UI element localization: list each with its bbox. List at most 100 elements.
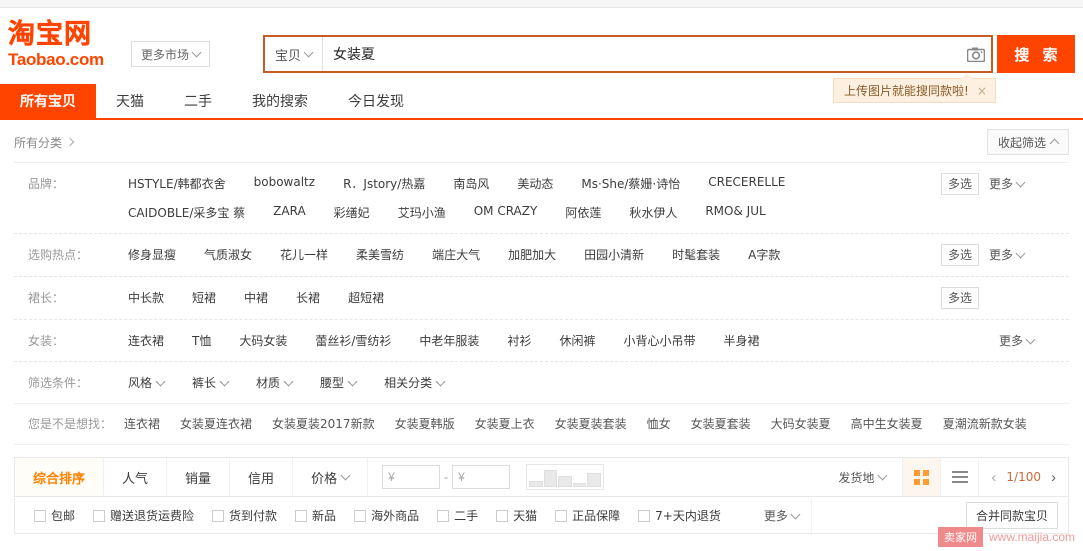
filter-option[interactable]: A字款 — [734, 240, 794, 269]
checkbox-cash-on-delivery[interactable]: 货到付款 — [203, 507, 286, 524]
all-categories-link[interactable]: 所有分类 — [14, 134, 75, 151]
filter-option[interactable]: 气质淑女 — [190, 240, 266, 269]
more-options-link[interactable]: 更多 — [989, 244, 1026, 263]
multi-select-button[interactable]: 多选 — [941, 244, 980, 266]
suggestion-item[interactable]: 夏潮流新款女装 — [933, 415, 1037, 432]
more-options-link[interactable]: 更多 — [989, 173, 1026, 192]
search-scope-selector[interactable]: 宝贝 — [265, 37, 323, 71]
filter-option[interactable]: Ms·She/蔡姗·诗怡 — [567, 169, 694, 198]
suggestion-item[interactable]: 女装夏上衣 — [465, 415, 545, 432]
sort-tab-popularity[interactable]: 人气 — [104, 458, 168, 496]
filter-option[interactable]: 花儿一样 — [266, 240, 342, 269]
tab-second-hand[interactable]: 二手 — [164, 84, 232, 118]
filter-option[interactable]: 艾玛小渔 — [384, 198, 460, 227]
suggestion-item[interactable]: 女装夏套装 — [681, 415, 761, 432]
filter-dropdown-material[interactable]: 材质 — [242, 368, 306, 397]
suggestion-item[interactable]: 高中生女装夏 — [841, 415, 933, 432]
tab-today-discovery[interactable]: 今日发现 — [328, 84, 424, 118]
filter-option[interactable]: OM CRAZY — [460, 198, 552, 227]
filter-option[interactable]: 大码女装 — [225, 326, 301, 355]
filter-option[interactable]: CRECERELLE — [694, 169, 799, 198]
filter-option[interactable]: R．Jstory/热嘉 — [329, 169, 439, 198]
filter-option[interactable]: ZARA — [259, 198, 320, 227]
filter-option[interactable]: 超短裙 — [334, 283, 398, 312]
grid-view-button[interactable] — [902, 458, 941, 496]
collapse-filters-button[interactable]: 收起筛选 — [986, 129, 1069, 155]
filter-option[interactable]: HSTYLE/韩都衣舍 — [114, 169, 240, 198]
price-min-input[interactable]: ¥ — [382, 465, 441, 489]
filter-option[interactable]: 南岛风 — [439, 169, 503, 198]
tab-my-search[interactable]: 我的搜索 — [232, 84, 328, 118]
filter-dropdown-waist-type[interactable]: 腰型 — [306, 368, 370, 397]
more-service-filters-link[interactable]: 更多 — [764, 498, 812, 533]
suggestion-item[interactable]: 连衣裙 — [114, 415, 170, 432]
checkbox-tmall[interactable]: 天猫 — [487, 507, 546, 524]
suggestion-item[interactable]: 女装夏装套装 — [545, 415, 637, 432]
filter-option[interactable]: 美动态 — [503, 169, 567, 198]
filter-option[interactable]: 小背心小吊带 — [609, 326, 709, 355]
search-button[interactable]: 搜 索 — [997, 35, 1075, 73]
suggestion-item[interactable]: 女装夏装2017新款 — [262, 415, 385, 432]
checkbox-new-arrival[interactable]: 新品 — [286, 507, 345, 524]
multi-select-button[interactable]: 多选 — [941, 287, 980, 309]
suggestion-item[interactable]: 大码女装夏 — [761, 415, 841, 432]
checkbox-free-shipping[interactable]: 包邮 — [25, 507, 84, 524]
checkbox-overseas[interactable]: 海外商品 — [345, 507, 428, 524]
chevron-down-icon — [435, 376, 446, 386]
histogram-bar — [572, 483, 587, 487]
tab-tmall[interactable]: 天猫 — [96, 84, 164, 118]
filter-option[interactable]: T恤 — [178, 326, 225, 355]
prev-page-button[interactable]: ‹ — [991, 469, 996, 486]
filter-option[interactable]: 柔美雪纺 — [342, 240, 418, 269]
camera-search-icon[interactable] — [961, 37, 991, 71]
filter-dropdown-related-category[interactable]: 相关分类 — [370, 368, 458, 397]
suggestion-item[interactable]: 恤女 — [637, 415, 681, 432]
search-input[interactable] — [323, 37, 961, 71]
filter-option[interactable]: 短裙 — [178, 283, 230, 312]
filter-option[interactable]: 阿依莲 — [551, 198, 615, 227]
filter-option[interactable]: 田园小清新 — [570, 240, 658, 269]
checkbox-icon — [555, 509, 568, 522]
suggestion-item[interactable]: 女装夏韩版 — [385, 415, 465, 432]
filter-option[interactable]: 中裙 — [230, 283, 282, 312]
filter-dropdown-pants-length[interactable]: 裤长 — [178, 368, 242, 397]
price-distribution-histogram[interactable] — [526, 464, 605, 490]
list-view-button[interactable] — [940, 458, 978, 496]
filter-option[interactable]: 衬衫 — [493, 326, 545, 355]
sort-tab-comprehensive[interactable]: 综合排序 — [15, 458, 105, 496]
multi-select-button[interactable]: 多选 — [941, 173, 980, 195]
checkbox-authenticity-guarantee[interactable]: 正品保障 — [546, 507, 629, 524]
filter-option[interactable]: 加肥加大 — [494, 240, 570, 269]
filter-option[interactable]: bobowaltz — [240, 169, 329, 198]
next-page-button[interactable]: › — [1051, 469, 1056, 486]
filter-option[interactable]: 彩缮妃 — [320, 198, 384, 227]
sort-tab-sales[interactable]: 销量 — [167, 458, 231, 496]
filter-option[interactable]: 半身裙 — [709, 326, 773, 355]
filter-option[interactable]: 蕾丝衫/雪纺衫 — [301, 326, 405, 355]
price-max-input[interactable]: ¥ — [452, 465, 511, 489]
filter-option[interactable]: 长裙 — [282, 283, 334, 312]
filter-option[interactable]: RMO& JUL — [691, 198, 779, 227]
checkbox-second-hand[interactable]: 二手 — [428, 507, 487, 524]
filter-option[interactable]: CAIDOBLE/采多宝 蔡 — [114, 198, 259, 227]
sort-tab-price[interactable]: 价格 — [293, 458, 369, 496]
more-options-link[interactable]: 更多 — [999, 330, 1036, 349]
filter-option[interactable]: 连衣裙 — [114, 326, 178, 355]
filter-option[interactable]: 中老年服装 — [405, 326, 493, 355]
taobao-logo[interactable]: 淘宝网 Taobao.com — [8, 19, 126, 69]
filter-option[interactable]: 中长款 — [114, 283, 178, 312]
tab-all-items[interactable]: 所有宝贝 — [0, 84, 96, 118]
merge-similar-items-button[interactable]: 合并同款宝贝 — [965, 502, 1058, 529]
checkbox-return-insurance[interactable]: 赠送退货运费险 — [84, 507, 203, 524]
ship-from-selector[interactable]: 发货地 — [822, 469, 902, 486]
sort-tab-credit[interactable]: 信用 — [230, 458, 294, 496]
filter-dropdown-style[interactable]: 风格 — [114, 368, 178, 397]
suggestion-item[interactable]: 女装夏连衣裙 — [170, 415, 262, 432]
checkbox-7day-return[interactable]: 7+天内退货 — [629, 507, 730, 524]
filter-option[interactable]: 端庄大气 — [418, 240, 494, 269]
filter-option[interactable]: 休闲裤 — [545, 326, 609, 355]
filter-option[interactable]: 时髦套装 — [658, 240, 734, 269]
filter-option[interactable]: 修身显瘦 — [114, 240, 190, 269]
filter-option[interactable]: 秋水伊人 — [615, 198, 691, 227]
more-markets-button[interactable]: 更多市场 — [131, 41, 211, 67]
